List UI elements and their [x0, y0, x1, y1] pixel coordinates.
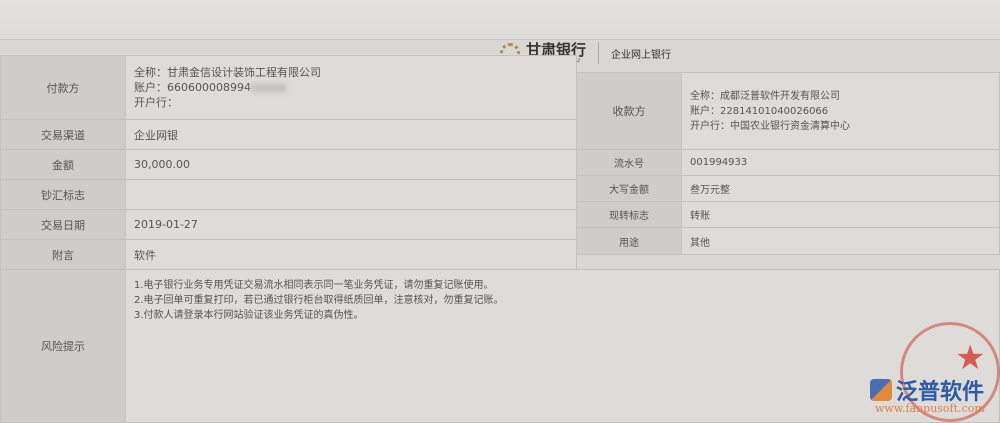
payee-bank: 开户行：中国农业银行资金清算中心 — [690, 120, 850, 132]
purpose-value: 其他 — [681, 227, 1000, 255]
risk-notes: 1.电子银行业务专用凭证交易流水相同表示同一笔业务凭证，请勿重复记账使用。 2.… — [125, 269, 1000, 423]
risk-label: 风险提示 — [0, 269, 126, 423]
memo-value: 软件 — [125, 239, 577, 270]
date-label: 交易日期 — [0, 209, 126, 240]
fanpu-logo-icon — [870, 379, 892, 401]
payer-label: 付款方 — [0, 55, 126, 120]
amount-value: 30,000.00 — [125, 149, 577, 180]
transfer-flag-value: 转账 — [681, 201, 1000, 228]
service-name: 企业网上银行 — [611, 49, 672, 61]
amount-label: 金额 — [0, 149, 126, 180]
serial-value: 001994933 — [681, 149, 1000, 176]
purpose-label: 用途 — [576, 227, 682, 255]
note-2: 2.电子回单可重复打印，若已通过银行柜台取得纸质回单，注意核对，勿重复记账。 — [134, 295, 504, 306]
header-bar — [0, 0, 1000, 40]
memo-label: 附言 — [0, 239, 126, 270]
star-icon: ★ — [955, 338, 986, 378]
payee-label: 收款方 — [576, 72, 682, 150]
payee-name: 全称：成都泛普软件开发有限公司 — [690, 90, 840, 102]
channel-label: 交易渠道 — [0, 119, 126, 150]
note-1: 1.电子银行业务专用凭证交易流水相同表示同一笔业务凭证，请勿重复记账使用。 — [134, 280, 494, 291]
currency-flag-label: 钞汇标志 — [0, 179, 126, 210]
currency-flag-value — [125, 179, 577, 210]
redacted-mask — [250, 83, 287, 93]
watermark-url: www.fanpusoft.com — [875, 402, 985, 415]
payer-name: 全称：甘肃金信设计装饰工程有限公司 — [134, 66, 321, 79]
note-3: 3.付款人请登录本行网站验证该业务凭证的真伪性。 — [134, 310, 364, 321]
payee-account: 账户：22814101040026066 — [690, 105, 829, 117]
date-value: 2019-01-27 — [125, 209, 577, 240]
amount-words-value: 叁万元整 — [681, 175, 1000, 202]
payer-account: 账户：6606000089​94 — [134, 81, 251, 94]
payer-info: 全称：甘肃金信设计装饰工程有限公司 账户：6606000089​94 开户行： — [125, 55, 577, 120]
payer-bank: 开户行： — [134, 96, 178, 109]
serial-label: 流水号 — [576, 149, 682, 176]
amount-words-label: 大写金额 — [576, 175, 682, 202]
payee-info: 全称：成都泛普软件开发有限公司 账户：22814101040026066 开户行… — [681, 72, 1000, 150]
transfer-flag-label: 现转标志 — [576, 201, 682, 228]
channel-value: 企业网银 — [125, 119, 577, 150]
